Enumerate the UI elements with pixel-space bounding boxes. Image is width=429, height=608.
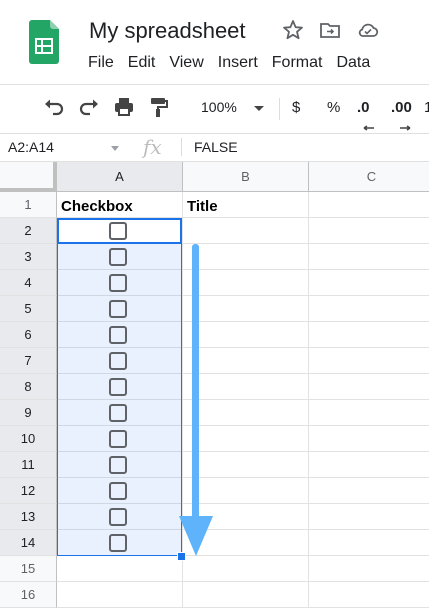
sheets-logo-icon[interactable] [29, 20, 59, 64]
row-header-16[interactable]: 16 [0, 582, 57, 608]
paint-format-icon[interactable] [148, 96, 170, 118]
checkbox-a6[interactable] [109, 326, 127, 344]
row-header-12[interactable]: 12 [0, 478, 57, 504]
column-header-c[interactable]: C [309, 162, 429, 192]
name-box-dropdown-icon[interactable] [111, 146, 119, 151]
menu-format[interactable]: Format [272, 54, 323, 74]
checkbox-a14[interactable] [109, 534, 127, 552]
decrease-decimal-button[interactable]: .0 [357, 99, 370, 116]
checkbox-a2[interactable] [109, 222, 127, 240]
column-header-a[interactable]: A [57, 162, 183, 192]
select-all-corner[interactable] [0, 162, 57, 192]
redo-icon[interactable] [78, 96, 100, 118]
more-formats-button[interactable]: 1 [424, 99, 429, 116]
checkbox-a3[interactable] [109, 248, 127, 266]
checkbox-a4[interactable] [109, 274, 127, 292]
formula-input[interactable]: FALSE [194, 139, 238, 155]
menu-edit[interactable]: Edit [128, 54, 156, 74]
row-header-8[interactable]: 8 [0, 374, 57, 400]
row-gridline [57, 581, 429, 582]
menu-file[interactable]: File [88, 54, 114, 74]
row-header-15[interactable]: 15 [0, 556, 57, 582]
cell-b1[interactable]: Title [187, 198, 218, 215]
print-icon[interactable] [113, 96, 135, 118]
left-arrow-icon [362, 118, 376, 131]
row-header-7[interactable]: 7 [0, 348, 57, 374]
checkbox-a9[interactable] [109, 404, 127, 422]
row-header-1[interactable]: 1 [0, 192, 57, 218]
cell-a1[interactable]: Checkbox [61, 198, 133, 215]
document-title[interactable]: My spreadsheet [89, 18, 246, 44]
row-header-4[interactable]: 4 [0, 270, 57, 296]
down-arrow-icon [176, 240, 216, 560]
menu-insert[interactable]: Insert [218, 54, 258, 74]
row-header-5[interactable]: 5 [0, 296, 57, 322]
menu-data[interactable]: Data [336, 54, 370, 74]
checkbox-a10[interactable] [109, 430, 127, 448]
undo-icon[interactable] [43, 96, 65, 118]
zoom-dropdown-icon[interactable] [254, 106, 264, 111]
row-header-10[interactable]: 10 [0, 426, 57, 452]
menu-view[interactable]: View [169, 54, 203, 74]
star-icon[interactable] [281, 18, 305, 42]
row-header-14[interactable]: 14 [0, 530, 57, 556]
column-header-b[interactable]: B [183, 162, 309, 192]
checkbox-a11[interactable] [109, 456, 127, 474]
column-gridline [308, 192, 309, 607]
cloud-saved-icon[interactable] [356, 18, 380, 42]
right-arrow-icon [398, 118, 412, 131]
fx-icon: fx [143, 135, 162, 159]
checkbox-a7[interactable] [109, 352, 127, 370]
checkbox-a13[interactable] [109, 508, 127, 526]
menu-bar: File Edit View Insert Format Data [88, 54, 384, 74]
zoom-select[interactable]: 100% [201, 99, 237, 115]
row-header-2[interactable]: 2 [0, 218, 57, 244]
increase-decimal-button[interactable]: .00 [391, 99, 412, 116]
move-folder-icon[interactable] [318, 18, 342, 42]
checkbox-a12[interactable] [109, 482, 127, 500]
toolbar-separator [279, 98, 280, 120]
row-header-3[interactable]: 3 [0, 244, 57, 270]
row-header-13[interactable]: 13 [0, 504, 57, 530]
formula-divider [181, 138, 182, 156]
percent-format-button[interactable]: % [327, 99, 340, 116]
row-header-6[interactable]: 6 [0, 322, 57, 348]
checkbox-a8[interactable] [109, 378, 127, 396]
row-header-9[interactable]: 9 [0, 400, 57, 426]
name-box[interactable]: A2:A14 [8, 139, 54, 155]
currency-format-button[interactable]: $ [292, 99, 300, 116]
row-header-11[interactable]: 11 [0, 452, 57, 478]
checkbox-a5[interactable] [109, 300, 127, 318]
